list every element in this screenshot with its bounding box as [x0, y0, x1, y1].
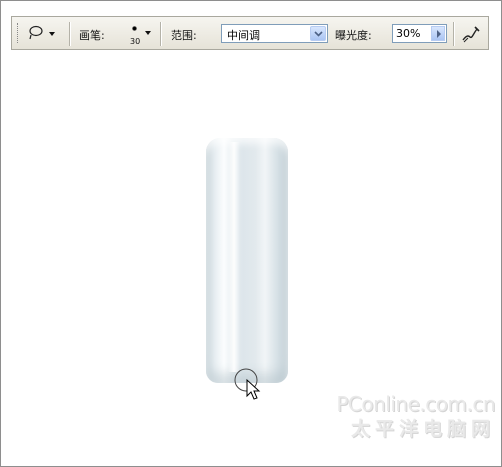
site-watermark: PConline.com.cn 太平洋电脑网: [336, 392, 495, 441]
exposure-field[interactable]: 30%: [392, 24, 447, 43]
range-select-button[interactable]: [310, 26, 326, 41]
toolbar-separator: [160, 22, 162, 46]
brush-size-value: 30: [130, 37, 141, 46]
watermark-line1: PConline.com.cn: [336, 392, 495, 416]
tool-preset-picker[interactable]: [27, 24, 57, 44]
toolbar-grip[interactable]: [17, 23, 21, 43]
brush-label: 画笔:: [79, 29, 105, 42]
range-label: 范围:: [171, 29, 197, 42]
toolbar-separator: [69, 22, 71, 46]
tool-preset-caret[interactable]: [49, 32, 55, 36]
window-frame: 画笔: 30 范围: 中间调 曝光度: 30% PConline.com.cn …: [0, 0, 502, 467]
brush-picker-caret[interactable]: [145, 31, 151, 35]
range-select-value: 中间调: [227, 29, 260, 42]
airbrush-icon: [462, 26, 480, 43]
exposure-slider-button[interactable]: [431, 26, 445, 41]
chevron-right-icon: [437, 30, 441, 38]
toolbar-separator: [453, 22, 455, 46]
brush-preview[interactable]: [132, 26, 137, 31]
range-select[interactable]: 中间调: [221, 24, 328, 43]
brush-cursor-icon: [234, 368, 261, 400]
airbrush-toggle[interactable]: [460, 24, 482, 44]
dodge-tool-icon: [29, 25, 43, 40]
chevron-down-icon: [314, 31, 323, 37]
options-toolbar: 画笔: 30 范围: 中间调 曝光度: 30%: [11, 16, 489, 50]
glass-tube-shape: [206, 138, 288, 383]
exposure-value: 30%: [396, 27, 421, 40]
watermark-line2: 太平洋电脑网: [350, 418, 495, 440]
exposure-label: 曝光度:: [335, 29, 372, 42]
